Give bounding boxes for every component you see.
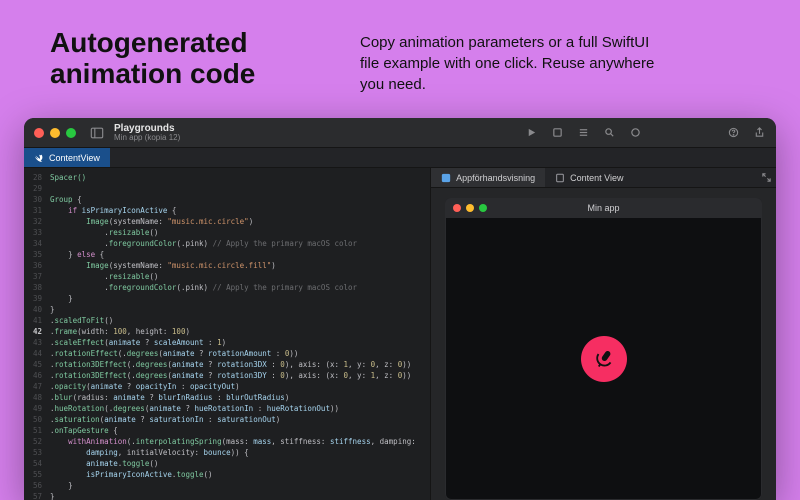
code-editor[interactable]: 2829303132333435363738394041424344454647… (24, 168, 430, 500)
editor-tabstrip: ContentView (24, 148, 776, 168)
window-subtitle: Min app (kopia 12) (114, 134, 180, 142)
swift-icon (34, 153, 44, 163)
library-icon[interactable] (628, 126, 642, 140)
list-icon[interactable] (576, 126, 590, 140)
minimize-icon[interactable] (466, 204, 474, 212)
share-icon[interactable] (752, 126, 766, 140)
simulator-window: Min app (445, 198, 762, 500)
close-icon[interactable] (453, 204, 461, 212)
inspector-icon[interactable] (602, 126, 616, 140)
hero-title: Autogenerated animation code (50, 28, 330, 90)
close-icon[interactable] (34, 128, 44, 138)
sim-titlebar: Min app (445, 198, 762, 218)
tab-app-preview[interactable]: Appförhandsvisning (431, 168, 545, 187)
titlebar: Playgrounds Min app (kopia 12) (24, 118, 776, 148)
mic-button[interactable] (572, 327, 636, 391)
code-area[interactable]: Spacer() Group { if isPrimaryIconActive … (46, 168, 430, 500)
sim-title: Min app (588, 203, 620, 213)
app-icon (441, 173, 451, 183)
line-gutter: 2829303132333435363738394041424344454647… (24, 168, 46, 500)
preview-pane: Appförhandsvisning Content View (430, 168, 776, 500)
preview-tabstrip: Appförhandsvisning Content View (431, 168, 776, 188)
tab-label: Appförhandsvisning (456, 173, 535, 183)
minimize-icon[interactable] (50, 128, 60, 138)
mic-icon (588, 344, 619, 375)
tab-label: Content View (570, 173, 623, 183)
window-title: Playgrounds (114, 124, 180, 134)
sidebar-toggle-icon[interactable] (90, 126, 104, 140)
maximize-icon[interactable] (479, 204, 487, 212)
doc-icon (555, 173, 565, 183)
tab-contentview[interactable]: ContentView (24, 148, 110, 167)
run-icon[interactable] (524, 126, 538, 140)
expand-icon[interactable] (756, 168, 776, 187)
maximize-icon[interactable] (66, 128, 76, 138)
tab-label: ContentView (49, 153, 100, 163)
window-controls (34, 128, 76, 138)
stop-icon[interactable] (550, 126, 564, 140)
xcode-window: Playgrounds Min app (kopia 12) ContentVi… (24, 118, 776, 500)
hero-body: Copy animation parameters or a full Swif… (360, 28, 660, 95)
tab-content-view[interactable]: Content View (545, 168, 633, 187)
help-icon[interactable] (726, 126, 740, 140)
